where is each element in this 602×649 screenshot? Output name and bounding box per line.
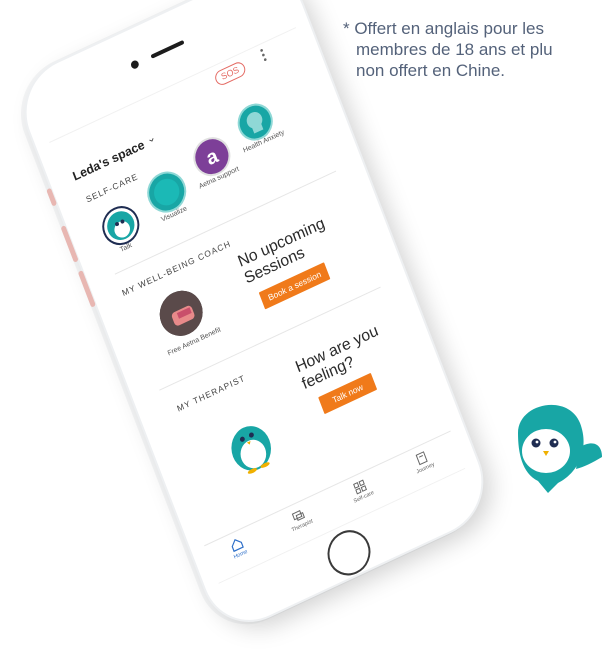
penguin-mascot-icon [231, 426, 271, 474]
self-care-label: SELF-CARE [84, 171, 140, 205]
coach-label: MY WELL-BEING COACH [120, 238, 233, 299]
mute-switch [46, 187, 58, 207]
tab-self-care[interactable]: Self-care [333, 470, 389, 512]
tab-therapist[interactable]: Therapist [272, 499, 328, 541]
top-bar: SOS • • • [50, 28, 306, 167]
front-camera [129, 59, 140, 71]
volume-down-button [77, 270, 96, 308]
footnote-line-3: non offert en Chine. [356, 61, 506, 80]
volume-up-button [60, 225, 79, 263]
tab-journey[interactable]: Journey [395, 441, 451, 483]
app-screen: SOS • • • Leda's space ⌄ SELF-CARE Talk Vi… [49, 27, 466, 584]
earpiece-speaker [150, 39, 185, 59]
footnote: * Offert en anglais pour les membres de … [343, 18, 602, 81]
footnote-line-2: membres de 18 ans et plu [356, 40, 553, 59]
wysa-mascot-icon [518, 404, 602, 493]
svg-text:a: a [203, 145, 222, 171]
chevron-down-icon[interactable]: ⌄ [144, 130, 158, 146]
more-options-icon[interactable]: • • • [258, 45, 269, 66]
tab-home[interactable]: Home [210, 527, 266, 569]
footnote-line-1: * Offert en anglais pour les [343, 19, 544, 38]
sos-button[interactable]: SOS [213, 59, 248, 88]
phone-device: SOS • • • Leda's space ⌄ SELF-CARE Talk Vi… [12, 0, 496, 637]
therapist-label: MY THERAPIST [175, 372, 247, 414]
